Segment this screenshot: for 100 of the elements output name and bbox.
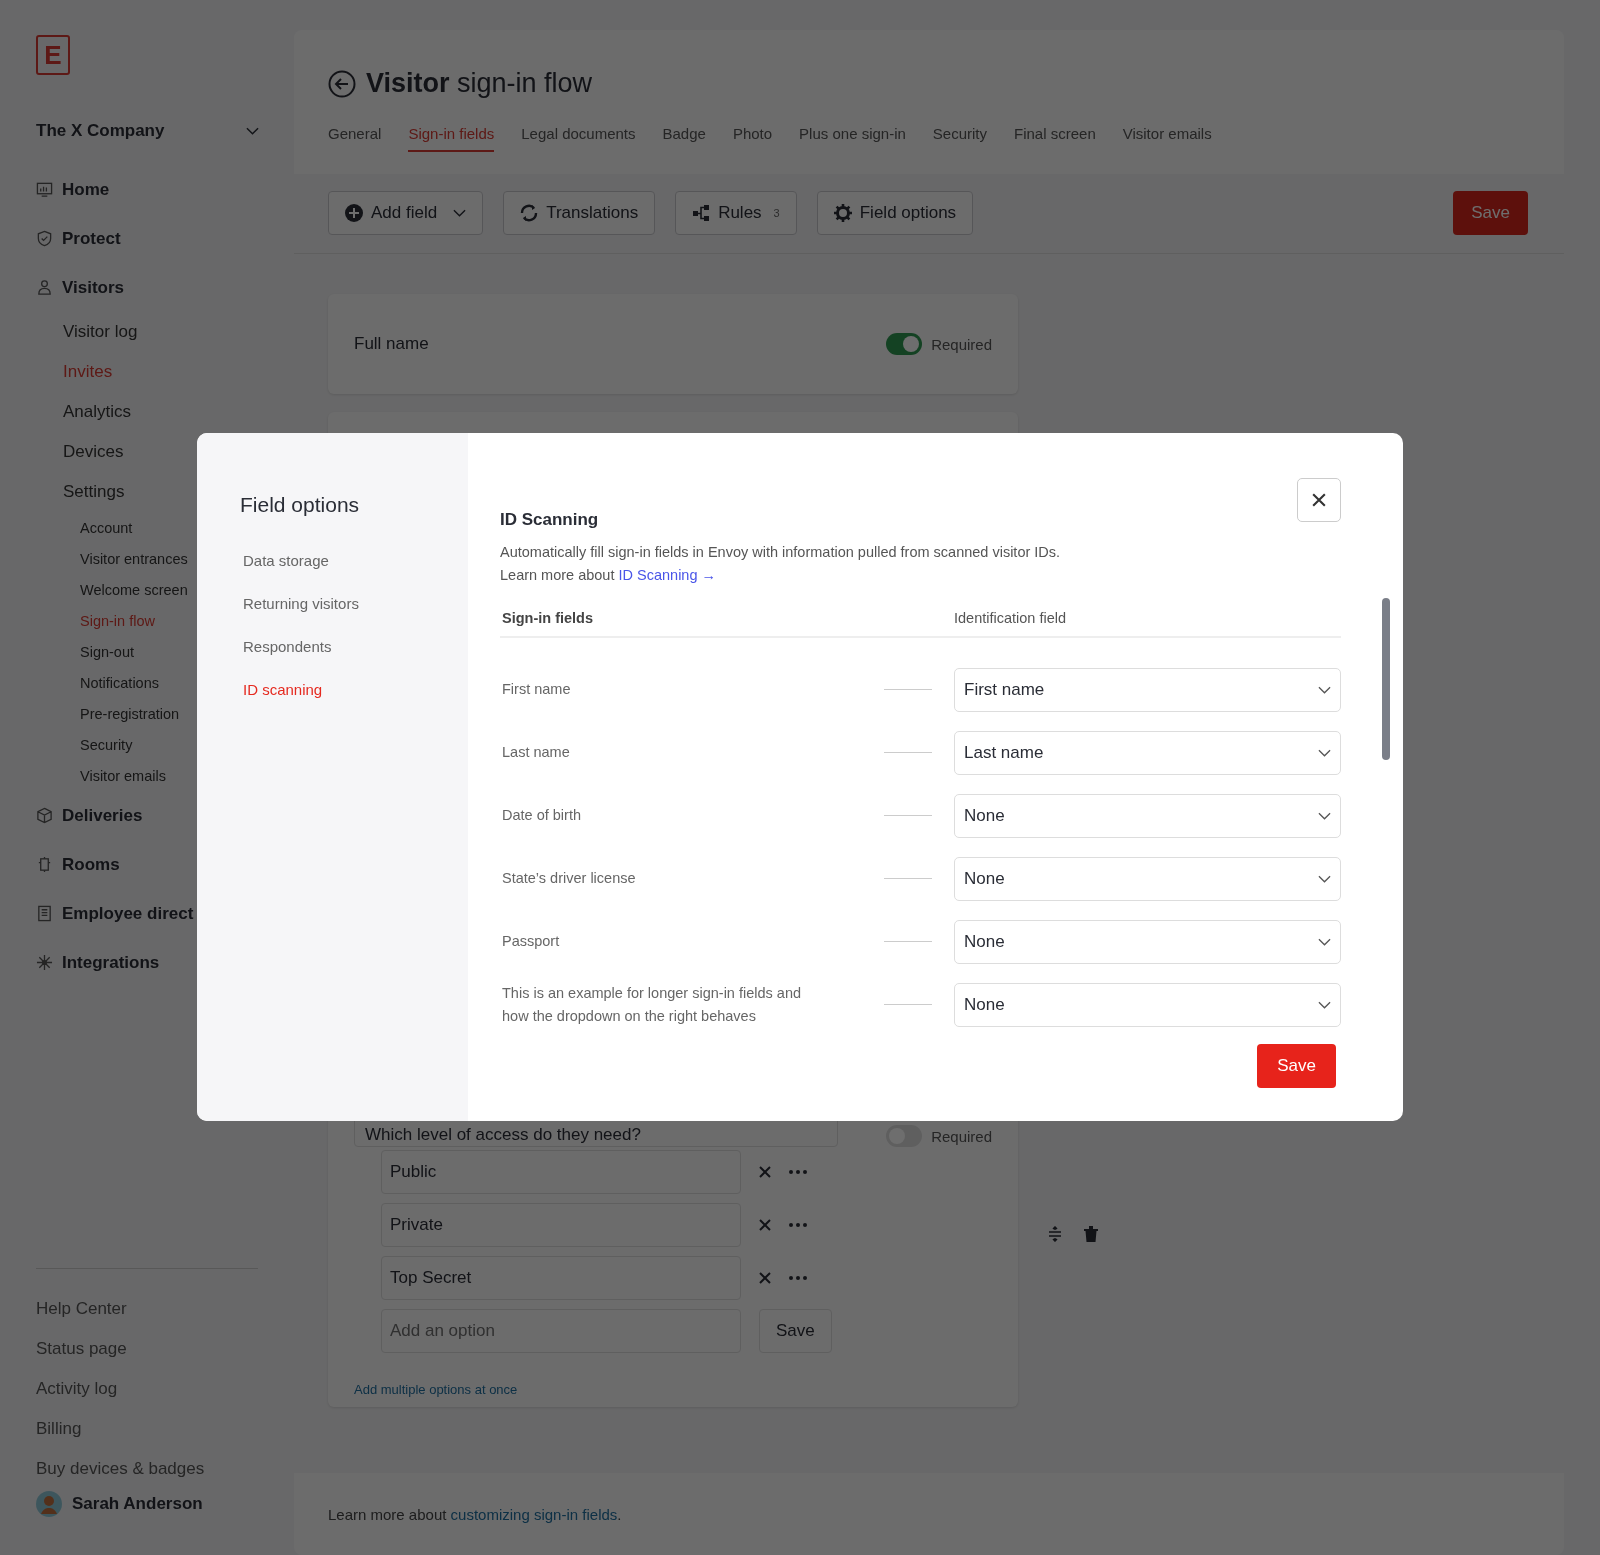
gear-icon bbox=[833, 204, 852, 222]
help-text: Learn more about customizing sign-in fields. bbox=[328, 1505, 622, 1523]
add-field-dropdown[interactable]: Add field bbox=[328, 191, 484, 235]
tab[interactable]: Badge bbox=[662, 125, 706, 152]
identification-dropdown[interactable]: None bbox=[954, 856, 1341, 901]
dialog-nav-item[interactable]: ID scanning bbox=[243, 668, 448, 711]
nav-item[interactable]: Employee direct bbox=[36, 889, 194, 938]
settings-item[interactable]: Pre-registration bbox=[36, 698, 180, 729]
sign-in-field-label: This is an example for longer sign-in fields and how the dropdown on the right behaves bbox=[501, 983, 802, 1026]
sparkle-icon bbox=[36, 954, 53, 971]
close-button[interactable] bbox=[1297, 478, 1341, 522]
nav-subitem[interactable]: Invites bbox=[36, 352, 113, 392]
logo-icon[interactable]: E bbox=[36, 35, 70, 75]
rules-button[interactable]: Rules 3 bbox=[675, 191, 797, 235]
monitor-icon bbox=[36, 181, 53, 198]
sign-in-field-label: First name bbox=[501, 680, 572, 699]
id-scanning-link[interactable]: ID Scanning → bbox=[618, 567, 717, 583]
nav-item[interactable]: Integrations bbox=[36, 938, 160, 987]
settings-item[interactable]: Account bbox=[36, 512, 133, 543]
trash-icon[interactable] bbox=[1084, 1226, 1098, 1242]
settings-item[interactable]: Security bbox=[36, 729, 133, 760]
translate-icon bbox=[520, 204, 539, 222]
save-button[interactable]: Save bbox=[1257, 1044, 1336, 1088]
footer-link[interactable]: Activity log bbox=[36, 1369, 118, 1409]
footer-link[interactable]: Help Center bbox=[36, 1289, 127, 1329]
settings-item[interactable]: Welcome screen bbox=[36, 574, 188, 605]
nav-subitem[interactable]: Analytics bbox=[36, 392, 132, 432]
settings-item[interactable]: Sign-out bbox=[36, 636, 134, 667]
identification-dropdown[interactable]: None bbox=[954, 982, 1341, 1027]
chevron-icon bbox=[1318, 874, 1331, 883]
remove-icon[interactable] bbox=[759, 1166, 771, 1178]
remove-icon[interactable] bbox=[759, 1219, 771, 1231]
dialog-title: Field options bbox=[240, 493, 361, 517]
user-name[interactable]: Sarah Anderson bbox=[72, 1494, 203, 1514]
save-option-button[interactable]: Save bbox=[759, 1309, 832, 1353]
more-icon[interactable] bbox=[789, 1276, 807, 1280]
settings-item[interactable]: Notifications bbox=[36, 667, 159, 698]
learn-more-text: Learn more about ID Scanning → bbox=[500, 567, 718, 583]
nav-item[interactable]: Deliveries bbox=[36, 791, 143, 840]
identification-dropdown[interactable]: Last name bbox=[954, 730, 1341, 775]
sign-in-field-label: Date of birth bbox=[501, 806, 582, 825]
tab[interactable]: Sign-in fields bbox=[408, 125, 495, 152]
settings-item[interactable]: Visitor entrances bbox=[36, 543, 188, 574]
nav-item[interactable]: Visitors bbox=[36, 263, 125, 312]
chevron-icon bbox=[1318, 937, 1331, 946]
section-title: ID Scanning bbox=[500, 510, 600, 530]
footer-link[interactable]: Buy devices & badges bbox=[36, 1449, 205, 1489]
nav-subitem[interactable]: Devices bbox=[36, 432, 124, 472]
nav-item[interactable]: Protect bbox=[36, 214, 121, 263]
reorder-icon[interactable] bbox=[1048, 1226, 1062, 1242]
identification-dropdown[interactable]: First name bbox=[954, 667, 1341, 712]
nav-subitem[interactable]: Visitor log bbox=[36, 312, 138, 352]
nav-item[interactable]: Home bbox=[36, 165, 110, 214]
box-icon bbox=[36, 807, 53, 824]
translations-button[interactable]: Translations bbox=[503, 191, 656, 235]
more-icon[interactable] bbox=[789, 1170, 807, 1174]
more-icon[interactable] bbox=[789, 1223, 807, 1227]
tab[interactable]: Security bbox=[932, 125, 987, 152]
column-header: Identification field bbox=[954, 610, 1067, 626]
add-multiple-link[interactable]: Add multiple options at once bbox=[354, 1382, 992, 1397]
dialog-nav-item[interactable]: Respondents bbox=[243, 625, 448, 668]
identification-dropdown[interactable]: None bbox=[954, 793, 1341, 838]
section-description: Automatically fill sign-in fields in Envoy with information pulled from scanned visitor IDs. bbox=[500, 544, 1062, 560]
rule-count: 3 bbox=[773, 207, 780, 219]
flow-icon bbox=[692, 204, 711, 222]
nav-item[interactable]: Rooms bbox=[36, 840, 120, 889]
tab[interactable]: Legal documents bbox=[521, 125, 636, 152]
footer-link[interactable]: Status page bbox=[36, 1329, 127, 1369]
chevron-icon bbox=[246, 127, 259, 135]
dialog-nav-item[interactable]: Data storage bbox=[243, 539, 448, 582]
remove-icon[interactable] bbox=[759, 1272, 771, 1284]
field-options-button[interactable]: Field options bbox=[816, 191, 974, 235]
plus-icon bbox=[345, 204, 363, 222]
dialog-nav-item[interactable]: Returning visitors bbox=[243, 582, 448, 625]
tab[interactable]: Photo bbox=[732, 125, 773, 152]
scrollbar[interactable] bbox=[1382, 598, 1390, 760]
company-selector[interactable]: The X Company bbox=[36, 121, 259, 141]
required-toggle[interactable] bbox=[886, 333, 923, 355]
chevron-icon bbox=[1318, 748, 1331, 757]
add-option-field[interactable]: Add an option bbox=[381, 1309, 741, 1353]
shield-icon bbox=[36, 230, 53, 247]
nav-subitem[interactable]: Settings bbox=[36, 472, 125, 512]
tab[interactable]: Plus one sign-in bbox=[799, 125, 906, 152]
option-field[interactable]: Top Secret bbox=[381, 1256, 741, 1300]
option-field[interactable]: Private bbox=[381, 1203, 741, 1247]
option-field[interactable]: Public bbox=[381, 1150, 741, 1194]
chevron-icon bbox=[1318, 811, 1331, 820]
settings-item[interactable]: Sign-in flow bbox=[36, 605, 155, 636]
identification-dropdown[interactable]: None bbox=[954, 919, 1341, 964]
tab[interactable]: Visitor emails bbox=[1122, 125, 1212, 152]
settings-item[interactable]: Visitor emails bbox=[36, 760, 166, 791]
column-header: Sign-in fields bbox=[502, 610, 595, 626]
tab[interactable]: Final screen bbox=[1014, 125, 1096, 152]
tab[interactable]: General bbox=[328, 125, 382, 152]
page-title: Visitor sign-in flow bbox=[366, 68, 593, 99]
avatar-icon[interactable] bbox=[36, 1491, 62, 1517]
back-icon[interactable] bbox=[328, 69, 356, 98]
chevron-icon bbox=[1318, 1000, 1331, 1009]
save-button[interactable]: Save bbox=[1453, 191, 1528, 235]
footer-link[interactable]: Billing bbox=[36, 1409, 82, 1449]
